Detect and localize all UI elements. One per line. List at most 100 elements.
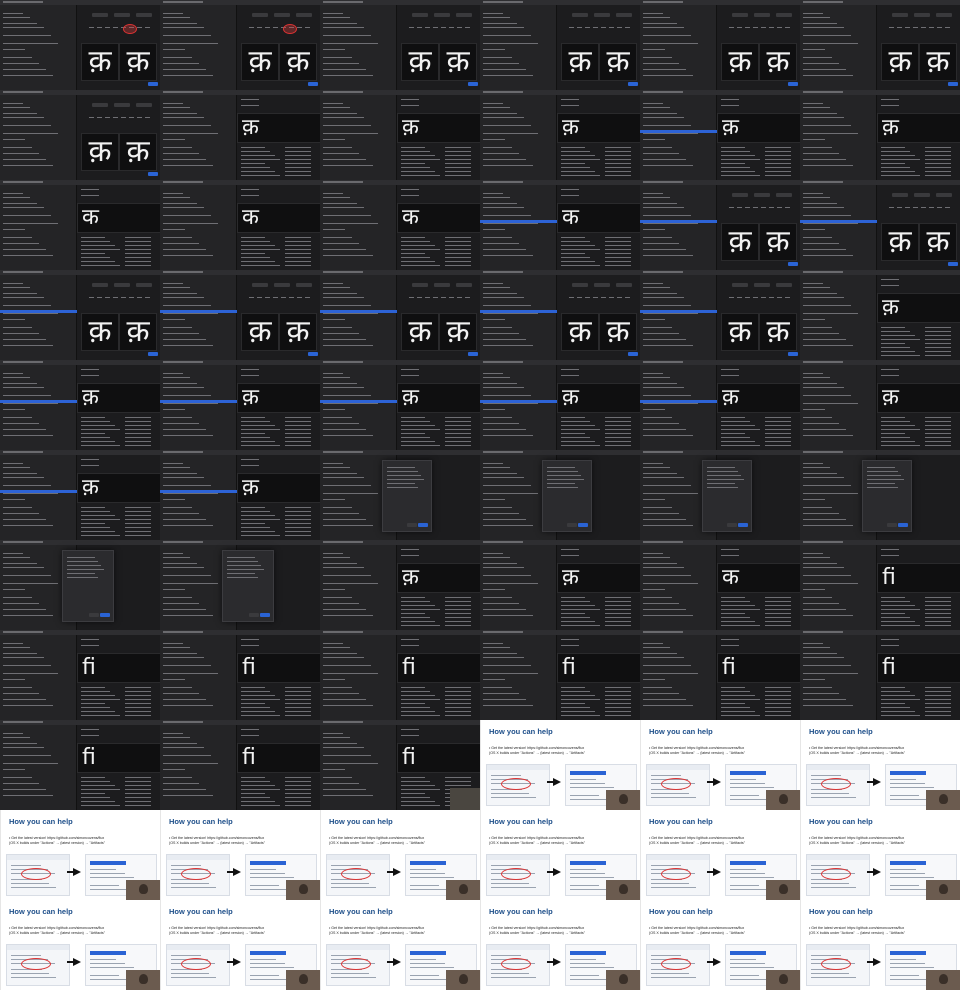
glyph-list-item[interactable] (3, 153, 39, 154)
glyph-list-item[interactable] (483, 477, 524, 478)
glyph-list-item[interactable] (323, 615, 373, 616)
feature-tag[interactable] (145, 27, 150, 28)
glyph-list-pane[interactable] (800, 365, 877, 450)
glyph-list-item[interactable] (643, 255, 693, 256)
glyph-list-item[interactable] (163, 43, 218, 44)
glyph-list-item[interactable] (643, 133, 698, 134)
glyph-list-item[interactable] (643, 553, 663, 554)
glyph-list-pane[interactable] (800, 185, 877, 270)
glyph-list-item[interactable] (483, 435, 533, 436)
glyph-list-item[interactable] (323, 333, 359, 334)
tab-label[interactable] (241, 735, 259, 736)
glyph-list-item[interactable] (483, 139, 505, 140)
glyph-list-item[interactable] (3, 283, 23, 284)
glyph-list-item[interactable] (3, 133, 58, 134)
glyph-list-item[interactable] (323, 403, 378, 404)
glyph-list-item[interactable] (3, 409, 25, 410)
feature-tag[interactable] (945, 27, 950, 28)
ok-button[interactable] (898, 523, 908, 527)
glyph-list-item[interactable] (483, 525, 533, 526)
tab-label[interactable] (81, 375, 99, 376)
glyph-list-item[interactable] (3, 435, 53, 436)
glyph-list-item[interactable] (3, 777, 32, 778)
glyph-list-item[interactable] (643, 339, 686, 340)
glyph-list-item[interactable] (163, 417, 192, 418)
glyph-list-item[interactable] (163, 69, 206, 70)
glyph-list-item[interactable] (3, 215, 51, 216)
toolbar-button[interactable] (892, 13, 908, 17)
glyph-list-item[interactable] (483, 493, 538, 494)
glyph-list-item[interactable] (3, 755, 51, 756)
glyph-list-item[interactable] (803, 705, 853, 706)
tab-label[interactable] (561, 639, 579, 640)
glyph-list-item[interactable] (803, 249, 846, 250)
glyph-list-item[interactable] (323, 417, 352, 418)
tab-label[interactable] (561, 549, 579, 550)
toolbar-button[interactable] (616, 13, 632, 17)
glyph-list-item[interactable] (803, 513, 839, 514)
cancel-button[interactable] (407, 523, 417, 527)
glyph-list-pane[interactable] (0, 95, 77, 180)
glyph-list-item[interactable] (643, 493, 698, 494)
tab-label[interactable] (241, 99, 259, 100)
glyph-list-item[interactable] (803, 673, 858, 674)
glyph-list-item[interactable] (163, 795, 213, 796)
glyph-list-item[interactable] (323, 159, 366, 160)
glyph-list-item[interactable] (3, 249, 46, 250)
glyph-list-item[interactable] (483, 207, 524, 208)
glyph-list-item[interactable] (323, 305, 371, 306)
glyph-list-item[interactable] (803, 693, 839, 694)
tab-label[interactable] (241, 465, 259, 466)
tab-label[interactable] (561, 369, 579, 370)
glyph-list-item[interactable] (803, 139, 825, 140)
glyph-list-item[interactable] (3, 103, 23, 104)
glyph-list-item[interactable] (643, 63, 679, 64)
feature-tag[interactable] (737, 207, 742, 208)
glyph-list-item[interactable] (3, 313, 58, 314)
glyph-list-item[interactable] (3, 795, 53, 796)
tab-label[interactable] (241, 639, 259, 640)
glyph-list-item[interactable] (643, 193, 663, 194)
glyph-list-item[interactable] (803, 103, 823, 104)
glyph-list-item[interactable] (163, 665, 211, 666)
feature-tag[interactable] (577, 297, 582, 298)
glyph-list-item[interactable] (163, 293, 197, 294)
glyph-list-item[interactable] (483, 327, 512, 328)
feature-tag[interactable] (745, 207, 750, 208)
glyph-list-item[interactable] (163, 113, 197, 114)
glyph-list-item[interactable] (643, 23, 677, 24)
glyph-list-item[interactable] (163, 789, 206, 790)
glyph-list-pane[interactable] (480, 95, 557, 180)
cancel-button[interactable] (727, 523, 737, 527)
glyph-list-item[interactable] (163, 477, 204, 478)
tab-label[interactable] (721, 99, 739, 100)
glyph-list-item[interactable] (643, 373, 663, 374)
glyph-list-item[interactable] (163, 139, 185, 140)
glyph-list-item[interactable] (163, 597, 192, 598)
tab-label[interactable] (241, 369, 259, 370)
glyph-list-item[interactable] (803, 603, 839, 604)
feature-tag[interactable] (601, 297, 606, 298)
ok-button[interactable] (578, 523, 588, 527)
feature-tag[interactable] (449, 27, 454, 28)
feature-tag[interactable] (409, 297, 414, 298)
glyph-list-item[interactable] (163, 563, 197, 564)
feature-tag[interactable] (729, 27, 734, 28)
glyph-list-pane[interactable] (480, 275, 557, 360)
glyph-list-item[interactable] (3, 223, 58, 224)
glyph-list-item[interactable] (643, 557, 670, 558)
glyph-list-item[interactable] (323, 493, 378, 494)
glyph-list-item[interactable] (323, 223, 378, 224)
tab-label[interactable] (881, 285, 899, 286)
toolbar-button[interactable] (92, 103, 108, 107)
glyph-list-pane[interactable] (800, 275, 877, 360)
glyph-list-item[interactable] (3, 485, 51, 486)
feature-tag[interactable] (145, 117, 150, 118)
glyph-list-item[interactable] (323, 783, 359, 784)
glyph-list-item[interactable] (483, 133, 538, 134)
glyph-list-item[interactable] (3, 679, 25, 680)
glyph-list-item[interactable] (643, 319, 665, 320)
tab-label[interactable] (721, 375, 739, 376)
glyph-list-item[interactable] (3, 493, 58, 494)
glyph-list-item[interactable] (3, 575, 51, 576)
